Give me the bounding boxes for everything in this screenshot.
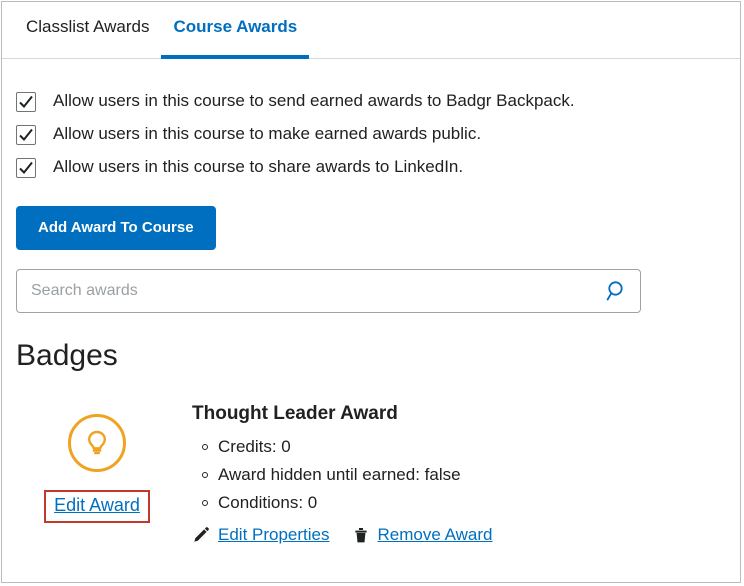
edit-properties-action[interactable]: Edit Properties [192,525,330,545]
lightbulb-icon [68,414,126,472]
check-icon [19,95,33,108]
trash-icon [354,527,367,543]
option-label-public-awards: Allow users in this course to make earne… [53,124,482,144]
lightbulb-glyph [88,430,106,455]
pencil-icon [194,527,209,542]
option-row-badgr-backpack: Allow users in this course to send earne… [16,85,740,118]
checkbox-public-awards[interactable] [16,124,36,145]
option-row-public-awards: Allow users in this course to make earne… [16,118,740,151]
award-icon-column: Edit Award [2,396,192,545]
award-item: Edit Award Thought Leader Award Credits:… [2,396,740,545]
award-details: Thought Leader Award Credits: 0 Award hi… [192,396,740,545]
option-label-badgr-backpack: Allow users in this course to send earne… [53,91,575,111]
edit-award-highlight: Edit Award [44,490,150,523]
search-icon [606,281,623,301]
option-label-linkedin: Allow users in this course to share awar… [53,157,464,177]
award-actions: Edit Properties Remove Award [192,525,740,545]
checkbox-linkedin[interactable] [16,157,36,178]
award-fact-credits: Credits: 0 [202,433,740,461]
checkbox-badgr-backpack[interactable] [16,91,36,112]
award-fact-hidden: Award hidden until earned: false [202,461,740,489]
tab-course-awards[interactable]: Course Awards [161,2,310,59]
add-award-to-course-button[interactable]: Add Award To Course [16,206,216,250]
award-fact-conditions: Conditions: 0 [202,489,740,517]
tab-bar: Classlist Awards Course Awards [2,2,740,59]
edit-properties-label: Edit Properties [218,524,330,544]
search-input[interactable] [17,282,594,300]
search-awards-field[interactable] [16,269,641,313]
remove-award-action[interactable]: Remove Award [352,524,493,545]
remove-award-label: Remove Award [377,524,493,544]
awards-panel: Classlist Awards Course Awards Allow use… [1,1,741,583]
tab-classlist-awards[interactable]: Classlist Awards [14,2,161,59]
search-button[interactable] [594,270,640,312]
award-facts-list: Credits: 0 Award hidden until earned: fa… [192,433,740,517]
award-title: Thought Leader Award [192,403,398,424]
section-title-badges: Badges [16,339,118,372]
edit-award-link[interactable]: Edit Award [54,495,140,515]
check-icon [19,128,33,141]
option-row-linkedin: Allow users in this course to share awar… [16,151,740,184]
award-options-list: Allow users in this course to send earne… [2,59,740,184]
check-icon [19,161,33,174]
